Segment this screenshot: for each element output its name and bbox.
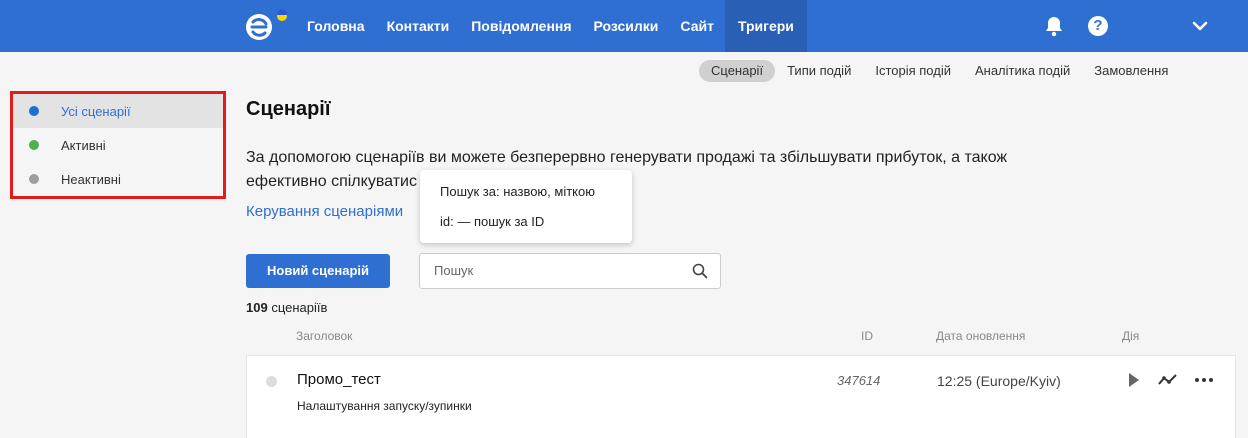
- nav-home[interactable]: Головна: [296, 0, 376, 52]
- nav-contacts[interactable]: Контакти: [376, 0, 461, 52]
- page-description: За допомогою сценаріїв ви можете безпере…: [246, 146, 1046, 194]
- manage-scenarios-link[interactable]: Керування сценаріями: [246, 203, 403, 220]
- nav-campaigns[interactable]: Розсилки: [583, 0, 670, 52]
- subnav-orders[interactable]: Замовлення: [1082, 60, 1180, 82]
- page-title: Сценарії: [246, 98, 331, 120]
- search-input[interactable]: [434, 263, 684, 278]
- top-navbar: Головна Контакти Повідомлення Розсилки С…: [0, 0, 1248, 52]
- nav-triggers[interactable]: Тригери: [724, 0, 807, 52]
- column-header-date[interactable]: Дата оновлення: [936, 329, 1025, 343]
- column-header-action: Дія: [1122, 329, 1140, 343]
- scenario-title[interactable]: Промо_тест: [297, 371, 381, 388]
- tooltip-line: Пошук за: назвою, міткою: [440, 184, 595, 199]
- sub-nav: Сценарії Типи подій Історія подій Аналіт…: [699, 60, 1180, 82]
- column-header-title[interactable]: Заголовок: [296, 329, 352, 343]
- new-scenario-button[interactable]: Новий сценарій: [246, 254, 390, 288]
- search-box: [419, 253, 721, 289]
- scenario-updated-date: 12:25 (Europe/Kyiv): [937, 373, 1061, 389]
- help-icon[interactable]: ?: [1088, 16, 1108, 36]
- sidebar-item-label: Усі сценарії: [61, 103, 131, 119]
- status-dot-icon: [29, 174, 39, 184]
- subnav-event-history[interactable]: Історія подій: [863, 60, 963, 82]
- status-dot-icon: [29, 140, 39, 150]
- scenario-filter-sidebar: Усі сценарії Активні Неактивні: [10, 91, 226, 199]
- subnav-event-types[interactable]: Типи подій: [775, 60, 863, 82]
- count-number: 109: [246, 300, 268, 315]
- tooltip-line: id: — пошук за ID: [440, 214, 545, 229]
- more-options-icon[interactable]: [1193, 370, 1215, 390]
- status-dot-icon: [29, 106, 39, 116]
- subnav-scenarios[interactable]: Сценарії: [699, 60, 776, 82]
- scenario-count: 109 сценаріїв: [246, 300, 327, 315]
- sidebar-item-inactive[interactable]: Неактивні: [13, 162, 223, 196]
- nav-site[interactable]: Сайт: [669, 0, 725, 52]
- logo-icon[interactable]: [244, 8, 292, 44]
- sidebar-item-label: Активні: [61, 137, 106, 153]
- search-icon[interactable]: [692, 263, 708, 279]
- sidebar-item-all[interactable]: Усі сценарії: [13, 94, 223, 128]
- scenario-subtitle: Налаштування запуску/зупинки: [297, 399, 472, 413]
- bell-icon[interactable]: [1044, 15, 1064, 37]
- search-tooltip: Пошук за: назвою, міткою id: — пошук за …: [420, 170, 632, 243]
- play-icon[interactable]: [1123, 370, 1145, 390]
- description-line: ефективно спілкуватис: [246, 173, 417, 190]
- sidebar-item-label: Неактивні: [61, 171, 121, 187]
- status-dot-icon: [266, 376, 277, 387]
- main-nav: Головна Контакти Повідомлення Розсилки С…: [296, 0, 807, 52]
- column-header-id[interactable]: ID: [861, 329, 873, 343]
- nav-messages[interactable]: Повідомлення: [460, 0, 582, 52]
- scenario-id: 347614: [837, 373, 881, 388]
- description-line: За допомогою сценаріїв ви можете безпере…: [246, 149, 1008, 166]
- count-label: сценаріїв: [271, 300, 328, 315]
- chevron-down-icon[interactable]: [1191, 18, 1209, 34]
- sidebar-item-active[interactable]: Активні: [13, 128, 223, 162]
- analytics-icon[interactable]: [1157, 370, 1179, 390]
- table-row[interactable]: Промо_тест Налаштування запуску/зупинки …: [246, 355, 1236, 438]
- subnav-event-analytics[interactable]: Аналітика подій: [963, 60, 1082, 82]
